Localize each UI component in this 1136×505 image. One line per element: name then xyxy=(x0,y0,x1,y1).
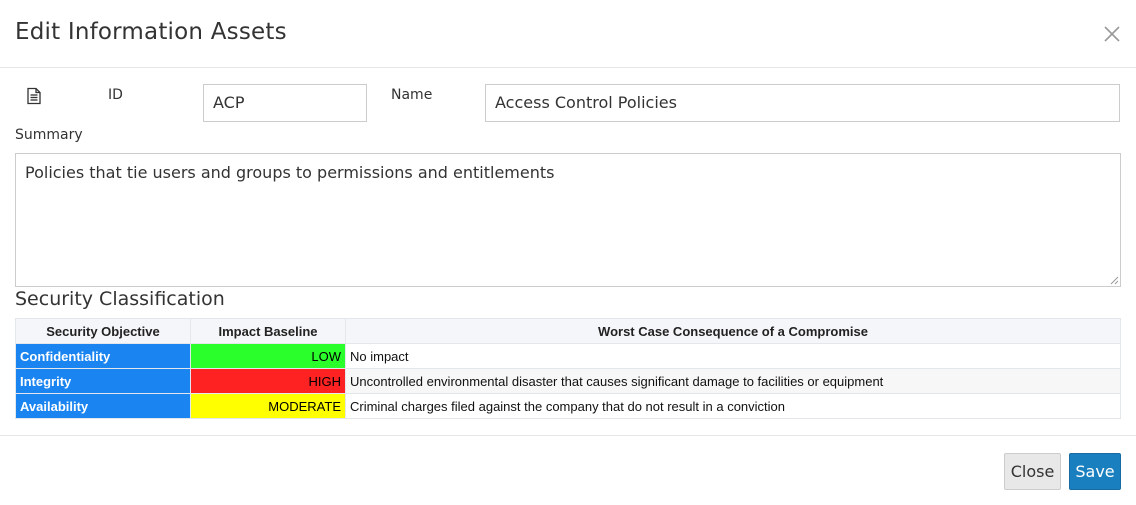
objective-cell: Integrity xyxy=(15,368,191,394)
id-field[interactable]: ACP xyxy=(203,84,367,122)
footer-divider xyxy=(0,435,1136,436)
column-header-impact: Impact Baseline xyxy=(190,318,346,344)
security-classification-table: Security Objective Impact Baseline Worst… xyxy=(15,318,1121,419)
table-row[interactable]: Availability MODERATE Criminal charges f… xyxy=(15,393,1121,419)
table-row[interactable]: Confidentiality LOW No impact xyxy=(15,343,1121,369)
impact-cell[interactable]: MODERATE xyxy=(190,393,346,419)
objective-cell: Confidentiality xyxy=(15,343,191,369)
save-button[interactable]: Save xyxy=(1069,453,1121,490)
summary-textarea[interactable]: Policies that tie users and groups to pe… xyxy=(15,153,1121,287)
resize-grip-icon[interactable] xyxy=(1109,275,1119,285)
id-label: ID xyxy=(108,87,123,103)
dialog-title: Edit Information Assets xyxy=(15,19,287,45)
table-header-row: Security Objective Impact Baseline Worst… xyxy=(15,318,1121,344)
impact-cell[interactable]: LOW xyxy=(190,343,346,369)
consequence-cell[interactable]: Criminal charges filed against the compa… xyxy=(345,393,1121,419)
consequence-cell[interactable]: Uncontrolled environmental disaster that… xyxy=(345,368,1121,394)
table-row[interactable]: Integrity HIGH Uncontrolled environmenta… xyxy=(15,368,1121,394)
name-label: Name xyxy=(391,87,433,103)
summary-label: Summary xyxy=(15,127,83,143)
name-field[interactable]: Access Control Policies xyxy=(485,84,1120,122)
consequence-cell[interactable]: No impact xyxy=(345,343,1121,369)
column-header-consequence: Worst Case Consequence of a Compromise xyxy=(345,318,1121,344)
objective-cell: Availability xyxy=(15,393,191,419)
summary-text: Policies that tie users and groups to pe… xyxy=(25,163,555,182)
document-icon xyxy=(25,87,43,105)
close-icon[interactable] xyxy=(1100,22,1124,46)
column-header-objective: Security Objective xyxy=(15,318,191,344)
close-button[interactable]: Close xyxy=(1004,453,1061,490)
modal-header: Edit Information Assets xyxy=(0,0,1136,68)
impact-cell[interactable]: HIGH xyxy=(190,368,346,394)
security-classification-title: Security Classification xyxy=(15,288,225,310)
